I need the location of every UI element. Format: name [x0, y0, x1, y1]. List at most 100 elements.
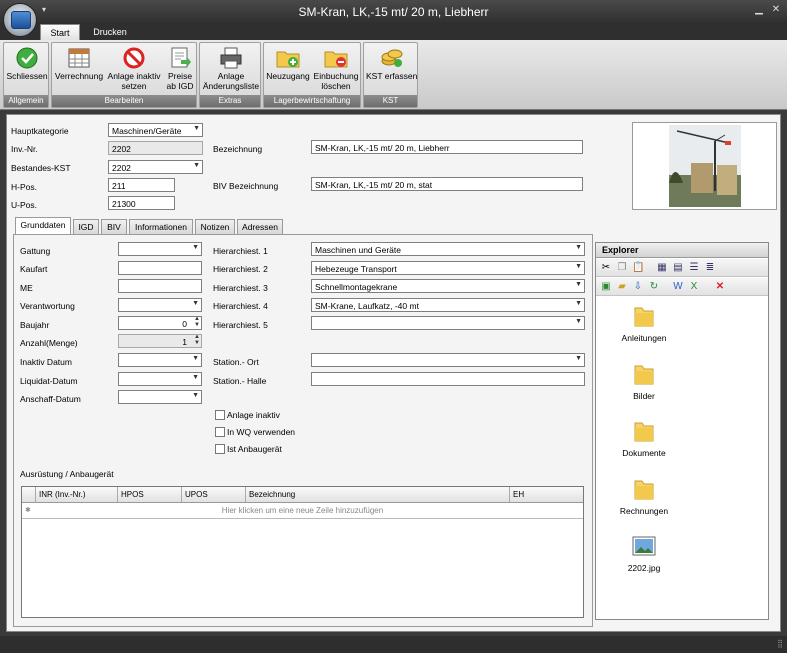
anlage-inaktiv-checkbox[interactable]: [215, 410, 225, 420]
tab-informationen[interactable]: Informationen: [129, 219, 193, 234]
chevron-down-icon: ▼: [193, 162, 200, 169]
group-caption: Extras: [200, 95, 260, 107]
explorer-item-dokumente[interactable]: Dokumente: [604, 420, 684, 458]
ist-anbaugeraet-checkbox[interactable]: [215, 444, 225, 454]
list-view-icon[interactable]: ☰: [688, 262, 700, 273]
hier5-label: Hierarchiest. 5: [213, 320, 268, 330]
anlage-aenderungsliste-button[interactable]: Anlage Änderungsliste: [202, 45, 260, 91]
cut-icon[interactable]: ✂: [600, 262, 612, 273]
station-halle-field[interactable]: [311, 372, 585, 386]
in-wq-checkbox[interactable]: [215, 427, 225, 437]
upos-label: U-Pos.: [11, 200, 37, 210]
neuzugang-button[interactable]: Neuzugang: [266, 45, 310, 81]
preise-ab-igd-button[interactable]: Preise ab IGD: [164, 45, 196, 91]
grid-new-row[interactable]: Hier klicken um eine neue Zeile hinzuzuf…: [22, 503, 583, 519]
folder-icon: [634, 422, 654, 442]
hier4-label: Hierarchiest. 4: [213, 301, 268, 311]
word-document-icon[interactable]: W: [672, 281, 684, 292]
baujahr-label: Baujahr: [20, 320, 50, 330]
ribbon-tab-start[interactable]: Start: [40, 24, 80, 40]
small-icons-view-icon[interactable]: ▤: [672, 262, 684, 273]
grid-column-header[interactable]: HPOS: [118, 487, 182, 503]
biv-bezeichnung-field[interactable]: SM-Kran, LK,-15 mt/ 20 m, stat: [311, 177, 583, 191]
grid-column-header[interactable]: INR (Inv.-Nr.): [36, 487, 118, 503]
folder-icon: [634, 365, 654, 385]
anlage-inaktiv-button[interactable]: Anlage inaktiv setzen: [106, 45, 162, 91]
hpos-field[interactable]: 211: [108, 178, 175, 192]
ribbon: Schliessen Allgemein Verrechnung Anlage …: [0, 40, 787, 110]
chevron-down-icon: ▼: [192, 244, 199, 251]
new-folder-icon[interactable]: ▣: [600, 281, 612, 292]
anschaff-datum-picker[interactable]: ▼: [118, 390, 202, 404]
chevron-down-icon: ▼: [193, 125, 200, 132]
minimize-button[interactable]: ▁: [752, 4, 766, 15]
tab-adressen[interactable]: Adressen: [237, 219, 283, 234]
hauptkategorie-select[interactable]: Maschinen/Geräte ▼: [108, 123, 203, 137]
me-field[interactable]: [118, 279, 202, 293]
tab-biv[interactable]: BIV: [101, 219, 127, 234]
group-caption: Bearbeiten: [52, 95, 196, 107]
kst-erfassen-button[interactable]: KST erfassen: [366, 45, 417, 81]
ribbon-group-allgemein: Schliessen Allgemein: [3, 42, 49, 108]
tab-notizen[interactable]: Notizen: [195, 219, 235, 234]
hier4-select[interactable]: SM-Krane, Laufkatz, -40 mt ▼: [311, 298, 585, 312]
explorer-panel: Explorer ✂ ❐ 📋 ▦ ▤ ☰ ≣ ▣ ▰ ⇩ ↻ W X ✕ Anl…: [595, 242, 769, 620]
tab-igd[interactable]: IGD: [73, 219, 99, 234]
refresh-icon[interactable]: ↻: [648, 281, 660, 292]
einbuchung-loeschen-button[interactable]: Einbuchung löschen: [312, 45, 360, 91]
tab-grunddaten[interactable]: Grunddaten: [15, 217, 71, 235]
grid-column-header[interactable]: EH: [510, 487, 583, 503]
hier1-select[interactable]: Maschinen und Geräte ▼: [311, 242, 585, 256]
details-view-icon[interactable]: ≣: [704, 262, 716, 273]
bestandes-kst-select[interactable]: 2202 ▼: [108, 160, 203, 174]
new-row-icon: ✱: [25, 507, 31, 514]
open-folder-icon[interactable]: ▰: [616, 281, 628, 292]
explorer-item-rechnungen[interactable]: Rechnungen: [604, 478, 684, 516]
hier5-select[interactable]: ▼: [311, 316, 585, 330]
bezeichnung-field[interactable]: SM-Kran, LK,-15 mt/ 20 m, Liebherr: [311, 140, 583, 154]
upos-field[interactable]: 21300: [108, 196, 175, 210]
verrechnung-button[interactable]: Verrechnung: [54, 45, 104, 81]
paste-icon[interactable]: 📋: [632, 262, 644, 273]
station-ort-label: Station.- Ort: [213, 357, 259, 367]
chevron-down-icon: ▼: [575, 281, 582, 288]
verantwortung-label: Verantwortung: [20, 301, 75, 311]
resize-grip-icon[interactable]: ⣿: [777, 639, 783, 648]
grid-column-header[interactable]: UPOS: [182, 487, 246, 503]
chevron-down-icon: ▼: [575, 300, 582, 307]
explorer-item-anleitungen[interactable]: Anleitungen: [604, 305, 684, 343]
hauptkategorie-label: Hauptkategorie: [11, 126, 69, 136]
explorer-item-bilder[interactable]: Bilder: [604, 363, 684, 401]
copy-icon[interactable]: ❐: [616, 262, 628, 273]
delete-icon[interactable]: ✕: [714, 281, 726, 292]
gattung-select[interactable]: ▼: [118, 242, 202, 256]
image-file-icon: [632, 536, 656, 556]
hier3-label: Hierarchiest. 3: [213, 283, 268, 293]
liquidat-datum-picker[interactable]: ▼: [118, 372, 202, 386]
bestandes-kst-label: Bestandes-KST: [11, 163, 71, 173]
gattung-label: Gattung: [20, 246, 51, 256]
kaufart-field[interactable]: [118, 261, 202, 275]
spin-arrows-icon: ▲ ▼: [194, 334, 200, 346]
explorer-item-image-file[interactable]: 2202.jpg: [604, 535, 684, 573]
station-halle-label: Station.- Halle: [213, 376, 267, 386]
station-ort-select[interactable]: ▼: [311, 353, 585, 367]
excel-document-icon[interactable]: X: [688, 281, 700, 292]
app-menu-button[interactable]: [3, 3, 37, 37]
anzahl-spinner: 1 ▲ ▼: [118, 334, 202, 348]
explorer-toolbar-2: ▣ ▰ ⇩ ↻ W X ✕: [596, 278, 768, 296]
verantwortung-select[interactable]: ▼: [118, 298, 202, 312]
download-icon[interactable]: ⇩: [632, 281, 644, 292]
folder-delete-icon: [324, 51, 348, 68]
inaktiv-datum-picker[interactable]: ▼: [118, 353, 202, 367]
baujahr-spinner[interactable]: 0 ▲ ▼: [118, 316, 202, 330]
equipment-grid[interactable]: INR (Inv.-Nr.) HPOS UPOS Bezeichnung EH …: [21, 486, 584, 618]
hier3-select[interactable]: Schnellmontagekrane ▼: [311, 279, 585, 293]
grid-column-header[interactable]: Bezeichnung: [246, 487, 510, 503]
hier2-select[interactable]: Hebezeuge Transport ▼: [311, 261, 585, 275]
table-calc-icon: [68, 48, 90, 68]
large-icons-view-icon[interactable]: ▦: [656, 262, 668, 273]
schliessen-button[interactable]: Schliessen: [6, 45, 48, 81]
ribbon-tab-drucken[interactable]: Drucken: [86, 24, 134, 40]
close-button[interactable]: ✕: [769, 4, 783, 15]
